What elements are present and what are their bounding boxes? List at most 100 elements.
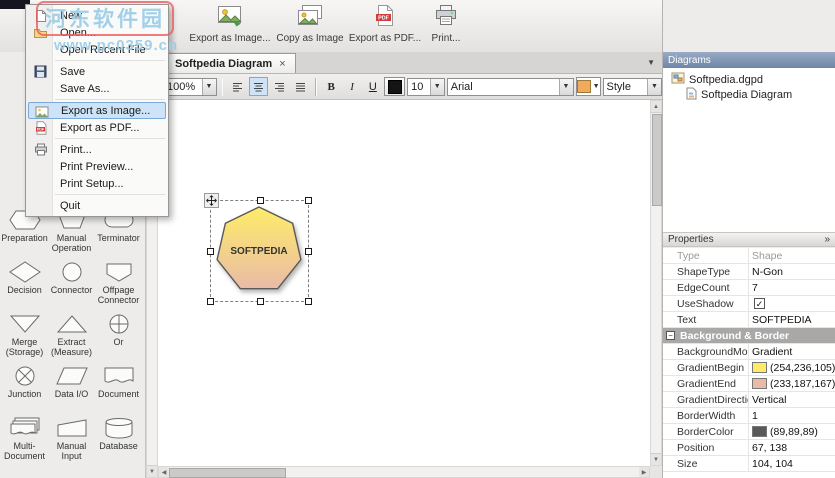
resize-handle-e[interactable]	[305, 248, 312, 255]
property-value[interactable]: 7	[749, 280, 835, 295]
scroll-left-icon[interactable]: ◀	[159, 467, 169, 477]
close-icon[interactable]: ×	[279, 58, 285, 70]
tree-item-child[interactable]: Softpedia Diagram	[663, 87, 835, 102]
property-row[interactable]: Size 104, 104	[663, 456, 835, 472]
property-value-text: 104, 104	[752, 457, 793, 470]
align-justify-button[interactable]	[291, 77, 310, 96]
canvas-vertical-scrollbar[interactable]: ▲ ▼	[650, 100, 662, 466]
scroll-right-icon[interactable]: ▶	[639, 467, 649, 477]
property-value[interactable]: Gradient	[749, 344, 835, 359]
zoom-combo[interactable]: 100% ▼	[163, 77, 217, 96]
chevron-down-icon[interactable]: ▼	[429, 78, 444, 95]
checkbox-icon[interactable]: ✓	[754, 298, 765, 309]
menu-item-print-setup[interactable]: Print Setup...	[28, 175, 166, 192]
palette-item-database[interactable]: Database	[95, 414, 142, 466]
palette-item-manual-input[interactable]: Manual Input	[48, 414, 95, 466]
menu-item-open-recent[interactable]: Open Recent File	[28, 41, 166, 58]
menu-item-label: Quit	[60, 199, 81, 212]
property-value[interactable]: (254,236,105)	[749, 360, 835, 375]
style-combo[interactable]: Style ▼	[602, 77, 662, 96]
selected-shape[interactable]: SOFTPEDIA	[214, 204, 304, 294]
chevron-down-icon[interactable]: ▼	[201, 78, 216, 95]
palette-item-data-io[interactable]: Data I/O	[48, 362, 95, 414]
property-row[interactable]: EdgeCount 7	[663, 280, 835, 296]
property-row[interactable]: ShapeType N-Gon	[663, 264, 835, 280]
underline-button[interactable]: U	[363, 77, 382, 96]
resize-handle-sw[interactable]	[207, 298, 214, 305]
font-family-combo[interactable]: Arial ▼	[446, 77, 574, 96]
menu-item-quit[interactable]: Quit	[28, 197, 166, 214]
property-value[interactable]: 67, 138	[749, 440, 835, 455]
align-center-button[interactable]	[249, 77, 269, 96]
property-row[interactable]: BorderWidth 1	[663, 408, 835, 424]
property-value[interactable]: N-Gon	[749, 264, 835, 279]
scroll-up-icon[interactable]: ▲	[651, 101, 661, 113]
property-value[interactable]: 1	[749, 408, 835, 423]
tab-softpedia-diagram[interactable]: Softpedia Diagram ×	[165, 53, 296, 73]
align-left-button[interactable]	[228, 77, 247, 96]
menu-item-print-preview[interactable]: Print Preview...	[28, 158, 166, 175]
property-row[interactable]: BorderColor (89,89,89)	[663, 424, 835, 440]
menu-item-save-as[interactable]: Save As...	[28, 80, 166, 97]
chevron-right-icon[interactable]: »	[824, 234, 830, 245]
property-row[interactable]: GradientBegin (254,236,105)	[663, 360, 835, 376]
property-value[interactable]: Vertical	[749, 392, 835, 407]
property-row[interactable]: Position 67, 138	[663, 440, 835, 456]
property-value[interactable]: Shape	[749, 248, 835, 263]
align-right-button[interactable]	[270, 77, 289, 96]
export-pdf-button[interactable]: PDF Export as PDF...	[349, 2, 421, 49]
menu-item-print[interactable]: Print...	[28, 141, 166, 158]
property-value[interactable]: (233,187,167)	[749, 376, 835, 391]
property-row[interactable]: BackgroundModeGradient	[663, 344, 835, 360]
resize-handle-w[interactable]	[207, 248, 214, 255]
bold-button[interactable]: B	[322, 77, 341, 96]
palette-item-extract-measure[interactable]: Extract (Measure)	[48, 310, 95, 362]
property-value[interactable]: (89,89,89)	[749, 424, 835, 439]
palette-item-merge-storage[interactable]: Merge (Storage)	[1, 310, 48, 362]
resize-handle-ne[interactable]	[305, 197, 312, 204]
fill-color-button[interactable]: ▼	[575, 77, 601, 96]
palette-item-or[interactable]: Or	[95, 310, 142, 362]
scrollbar-thumb[interactable]	[169, 468, 286, 478]
export-image-button[interactable]: Export as Image...	[189, 2, 271, 49]
palette-item-junction[interactable]: Junction	[1, 362, 48, 414]
property-row[interactable]: UseShadow ✓	[663, 296, 835, 312]
property-section-header[interactable]: − Background & Border	[663, 328, 835, 344]
diagram-canvas[interactable]: SOFTPEDIA	[158, 100, 650, 466]
copy-image-button[interactable]: Copy as Image	[272, 2, 348, 49]
property-row[interactable]: GradientEnd (233,187,167)	[663, 376, 835, 392]
print-button[interactable]: Print...	[422, 2, 470, 49]
palette-item-multi-document[interactable]: Multi-Document	[1, 414, 48, 466]
font-color-button[interactable]	[384, 77, 406, 96]
menu-item-save[interactable]: Save	[28, 63, 166, 80]
chevron-down-icon[interactable]: ▼	[646, 78, 661, 95]
font-size-combo[interactable]: 10 ▼	[407, 77, 445, 96]
tab-list-dropdown-icon[interactable]: ▼	[647, 58, 655, 67]
menu-item-export-image[interactable]: Export as Image...	[28, 102, 166, 119]
palette-item-connector[interactable]: Connector	[48, 258, 95, 310]
menu-item-open[interactable]: Open...	[28, 24, 166, 41]
property-value[interactable]: 104, 104	[749, 456, 835, 471]
menu-item-new[interactable]: New	[28, 7, 166, 24]
palette-item-decision[interactable]: Decision	[1, 258, 48, 310]
resize-handle-n[interactable]	[256, 197, 264, 204]
menu-item-export-pdf[interactable]: PDF Export as PDF...	[28, 119, 166, 136]
property-value[interactable]: ✓	[749, 296, 835, 311]
scroll-down-icon[interactable]: ▼	[147, 465, 157, 477]
property-row[interactable]: Type Shape	[663, 248, 835, 264]
tree-item-root[interactable]: Softpedia.dgpd	[663, 72, 835, 87]
collapse-icon[interactable]: −	[666, 331, 675, 340]
palette-item-offpage-connector[interactable]: Offpage Connector	[95, 258, 142, 310]
resize-handle-s[interactable]	[256, 298, 264, 305]
chevron-down-icon[interactable]: ▼	[558, 78, 573, 95]
property-value[interactable]: SOFTPEDIA	[749, 312, 835, 327]
palette-item-document[interactable]: Document	[95, 362, 142, 414]
property-row[interactable]: GradientDirectionVertical	[663, 392, 835, 408]
resize-handle-se[interactable]	[305, 298, 312, 305]
property-row[interactable]: Text SOFTPEDIA	[663, 312, 835, 328]
italic-button[interactable]: I	[343, 77, 362, 96]
scrollbar-thumb[interactable]	[652, 114, 662, 206]
canvas-horizontal-scrollbar[interactable]: ◀ ▶	[158, 466, 650, 478]
scroll-down-icon[interactable]: ▼	[651, 453, 661, 465]
property-value-text: Shape	[752, 249, 783, 262]
